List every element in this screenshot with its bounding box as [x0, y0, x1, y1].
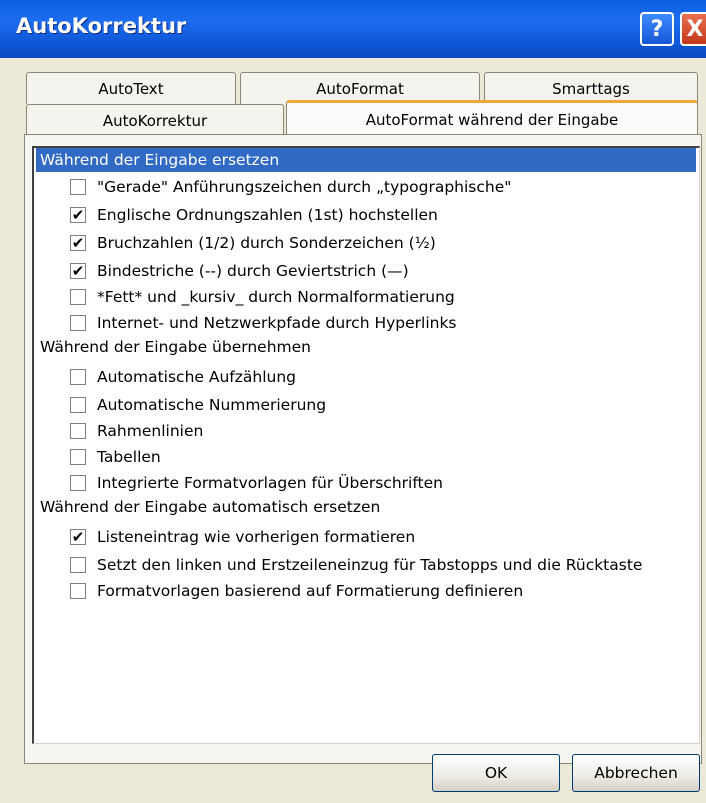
checkbox[interactable]: [70, 369, 86, 385]
checkbox[interactable]: [70, 397, 86, 413]
checkbox[interactable]: [70, 583, 86, 599]
option-label: Setzt den linken und Erstzeileneinzug fü…: [97, 556, 643, 574]
option-label: Listeneintrag wie vorherigen formatieren: [97, 528, 416, 546]
checkbox[interactable]: [70, 289, 86, 305]
option-nummerierung[interactable]: Automatische Nummerierung: [70, 394, 326, 416]
tab-autoformat-waehrend-eingabe[interactable]: AutoFormat während der Eingabe: [286, 100, 698, 136]
tab-autokorrektur[interactable]: AutoKorrektur: [26, 104, 284, 136]
option-label: Tabellen: [97, 448, 161, 466]
checkbox[interactable]: [70, 557, 86, 573]
checkbox[interactable]: [70, 423, 86, 439]
close-button[interactable]: X: [680, 12, 706, 46]
option-label: Bindestriche (--) durch Geviertstrich (—…: [97, 262, 409, 280]
checkbox-checked[interactable]: ✔: [70, 207, 86, 223]
cancel-button[interactable]: Abbrechen: [572, 754, 700, 792]
option-label: Formatvorlagen basierend auf Formatierun…: [97, 582, 524, 600]
checkbox[interactable]: [70, 315, 86, 331]
option-label: "Gerade" Anführungszeichen durch „typogr…: [97, 178, 512, 196]
title-bar[interactable]: AutoKorrektur ? X: [0, 0, 706, 58]
group-header-ersetzen[interactable]: Während der Eingabe ersetzen: [36, 148, 696, 172]
option-ordnungszahlen[interactable]: ✔ Englische Ordnungszahlen (1st) hochste…: [70, 204, 438, 226]
checkbox[interactable]: [70, 475, 86, 491]
option-bindestriche[interactable]: ✔ Bindestriche (--) durch Geviertstrich …: [70, 260, 409, 282]
option-fett-kursiv[interactable]: *Fett* und _kursiv_ durch Normalformatie…: [70, 286, 455, 308]
option-aufzaehlung[interactable]: Automatische Aufzählung: [70, 366, 296, 388]
checkbox-checked[interactable]: ✔: [70, 235, 86, 251]
tab-autotext[interactable]: AutoText: [26, 72, 236, 104]
option-bruchzahlen[interactable]: ✔ Bruchzahlen (1/2) durch Sonderzeichen …: [70, 232, 436, 254]
option-gerade-anfuehrungszeichen[interactable]: "Gerade" Anführungszeichen durch „typogr…: [70, 176, 511, 198]
option-label: Integrierte Formatvorlagen für Überschri…: [97, 474, 443, 492]
checkbox[interactable]: [70, 449, 86, 465]
option-label: Internet- und Netzwerkpfade durch Hyperl…: [97, 314, 457, 332]
checkbox-checked[interactable]: ✔: [70, 529, 86, 545]
ok-button[interactable]: OK: [432, 754, 560, 792]
option-label: Englische Ordnungszahlen (1st) hochstell…: [97, 206, 438, 224]
checkbox-checked[interactable]: ✔: [70, 263, 86, 279]
help-button[interactable]: ?: [640, 12, 674, 46]
window-title: AutoKorrektur: [16, 14, 187, 38]
option-label: Bruchzahlen (1/2) durch Sonderzeichen (½…: [97, 234, 436, 252]
option-hyperlinks[interactable]: Internet- und Netzwerkpfade durch Hyperl…: [70, 312, 457, 334]
autokorrektur-dialog: AutoKorrektur ? X AutoText AutoFormat Sm…: [0, 0, 706, 803]
group-header-automatisch-ersetzen[interactable]: Während der Eingabe automatisch ersetzen: [40, 498, 380, 516]
checkbox[interactable]: [70, 179, 86, 195]
option-label: Automatische Aufzählung: [97, 368, 296, 386]
option-label: Rahmenlinien: [97, 422, 204, 440]
options-list[interactable]: Während der Eingabe ersetzen "Gerade" An…: [32, 146, 700, 744]
option-tabellen[interactable]: Tabellen: [70, 446, 161, 468]
option-listeneintrag[interactable]: ✔ Listeneintrag wie vorherigen formatier…: [70, 526, 415, 548]
option-label: *Fett* und _kursiv_ durch Normalformatie…: [97, 288, 455, 306]
option-formatvorlagen-ueberschriften[interactable]: Integrierte Formatvorlagen für Überschri…: [70, 472, 443, 494]
option-label: Automatische Nummerierung: [97, 396, 327, 414]
option-formatvorlagen-definieren[interactable]: Formatvorlagen basierend auf Formatierun…: [70, 580, 523, 602]
option-einzug-tabstopps[interactable]: Setzt den linken und Erstzeileneinzug fü…: [70, 554, 642, 576]
option-rahmenlinien[interactable]: Rahmenlinien: [70, 420, 203, 442]
group-header-uebernehmen[interactable]: Während der Eingabe übernehmen: [40, 338, 311, 356]
